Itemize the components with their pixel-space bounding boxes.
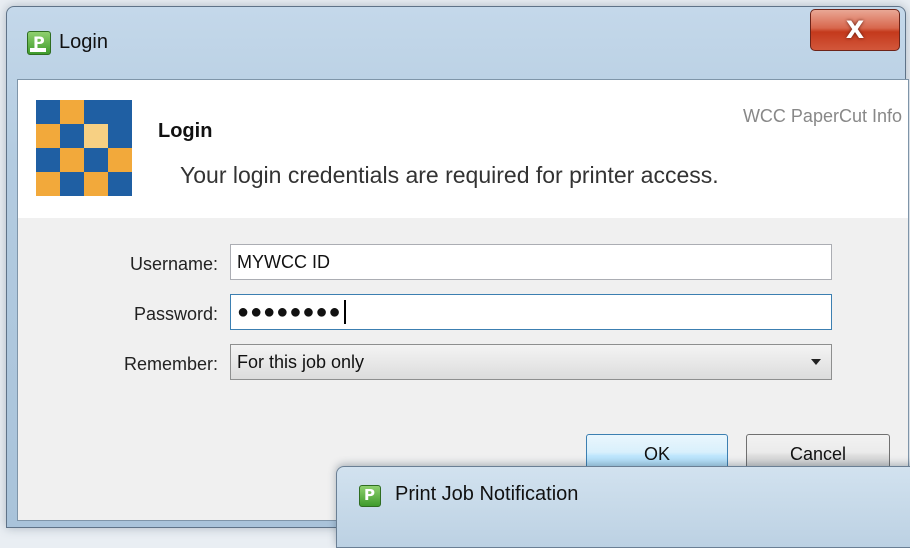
username-value: MYWCC ID	[237, 251, 330, 272]
logo-tile	[60, 100, 84, 124]
remember-value: For this job only	[237, 351, 365, 372]
login-window: P Login X Login Your login credentials a…	[6, 6, 909, 528]
papercut-logo	[36, 100, 132, 196]
logo-tile	[84, 100, 108, 124]
notification-title: Print Job Notification	[395, 483, 579, 505]
logo-tile	[108, 172, 132, 196]
logo-tile	[36, 172, 60, 196]
logo-tile	[84, 148, 108, 172]
logo-tile	[36, 148, 60, 172]
text-caret	[343, 300, 346, 324]
password-field[interactable]: ●●●●●●●●	[230, 294, 832, 330]
window-title: Login	[59, 31, 108, 53]
close-icon: X	[845, 16, 865, 44]
logo-tile	[36, 124, 60, 148]
password-value: ●●●●●●●●	[237, 300, 342, 323]
logo-tile	[36, 100, 60, 124]
username-label: Username:	[129, 254, 218, 274]
logo-tile	[108, 100, 132, 124]
logo-tile	[108, 148, 132, 172]
chevron-down-icon	[811, 359, 821, 365]
logo-tile	[84, 124, 108, 148]
papercut-icon: P	[27, 31, 51, 55]
info-link[interactable]: WCC PaperCut Info	[743, 106, 902, 127]
header-title: Login	[158, 120, 213, 142]
remember-select[interactable]: For this job only	[230, 344, 832, 380]
logo-tile	[60, 172, 84, 196]
dialog-header: Login Your login credentials are require…	[18, 80, 908, 218]
print-job-notification-window[interactable]: P Print Job Notification	[336, 466, 910, 548]
logo-tile	[84, 172, 108, 196]
remember-label: Remember:	[123, 354, 218, 374]
title-bar[interactable]: P Login X	[7, 7, 905, 77]
dialog-body: Login Your login credentials are require…	[17, 79, 909, 521]
password-label: Password:	[133, 304, 218, 324]
header-description: Your login credentials are required for …	[180, 162, 719, 188]
close-button[interactable]: X	[810, 9, 900, 51]
logo-tile	[108, 124, 132, 148]
logo-tile	[60, 124, 84, 148]
logo-tile	[60, 148, 84, 172]
papercut-icon: P	[359, 485, 381, 507]
username-field[interactable]: MYWCC ID	[230, 244, 832, 280]
